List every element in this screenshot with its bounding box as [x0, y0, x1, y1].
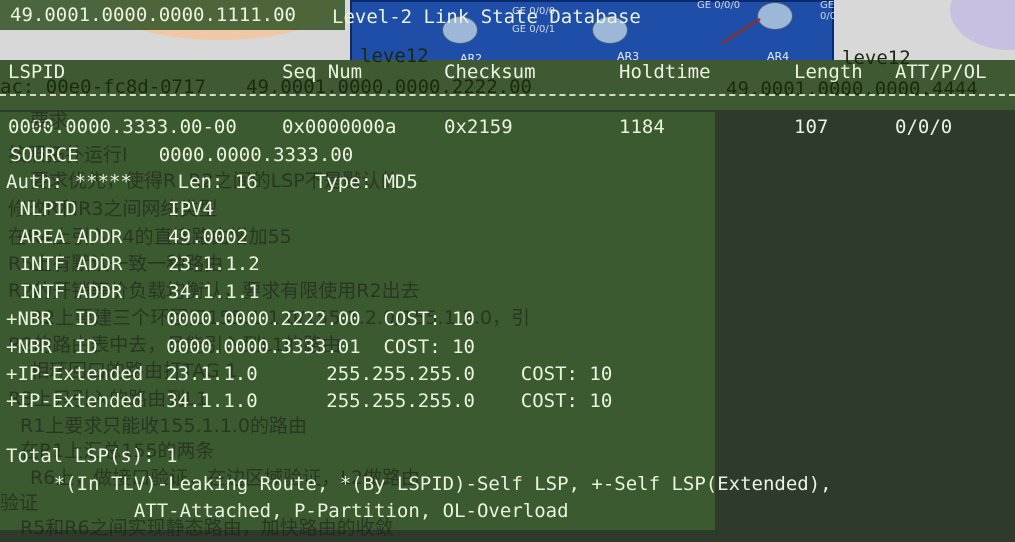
- detail-line: INTF ADDR 34.1.1.1: [8, 281, 260, 303]
- column-header-seq: Seq Num: [282, 61, 363, 83]
- column-header-flags: ATT/P/OL: [895, 61, 987, 83]
- legend-line: ATT-Attached, P-Partition, OL-Overload: [8, 500, 569, 522]
- detail-line: +IP-Extended 23.1.1.0 255.255.255.0 COST…: [6, 363, 613, 385]
- interface-label: GE 0/0/0: [697, 0, 741, 11]
- detail-line: AREA ADDR 49.0002: [8, 226, 249, 248]
- header-divider: [0, 94, 1015, 98]
- lsp-row-seq: 0x0000000a: [282, 116, 397, 138]
- detail-line: NLPID IPV4: [8, 198, 214, 220]
- router-icon: [757, 2, 793, 30]
- interface-label: GE 0/0/1: [820, 0, 846, 22]
- lsp-row-holdtime: 1184: [619, 116, 665, 138]
- bg-net-label-left: 49.0001.0000.0000.1111.00: [10, 4, 296, 26]
- detail-line: SOURCE 0000.0000.3333.00: [10, 144, 354, 166]
- bg-level-label-left: leve12: [360, 45, 429, 67]
- total-lsp-count: Total LSP(s): 1: [6, 445, 178, 467]
- column-header-length: Length: [794, 61, 863, 83]
- overlay-note: 要求: [30, 110, 69, 132]
- lsp-row-flags: 0/0/0: [895, 116, 953, 138]
- link-line: [721, 18, 761, 44]
- detail-line: +NBR ID 0000.0000.2222.00 COST: 10: [6, 308, 475, 330]
- legend-line: *(In TLV)-Leaking Route, *(By LSPID)-Sel…: [8, 473, 832, 495]
- page-title: Level-2 Link State Database: [332, 6, 641, 28]
- overlay-note: R1上要求只能收155.1.1.0的路由: [20, 415, 307, 437]
- column-header-checksum: Checksum: [444, 61, 536, 83]
- column-header-lspid: LSPID: [8, 61, 66, 83]
- detail-line: +IP-Extended 34.1.1.0 255.255.255.0 COST…: [6, 390, 613, 412]
- lsp-row-length: 107: [794, 116, 829, 138]
- lsp-row-checksum: 0x2159: [444, 116, 513, 138]
- detail-line: +NBR ID 0000.0000.3333.01 COST: 10: [6, 336, 475, 358]
- column-header-holdtime: Holdtime: [619, 61, 711, 83]
- detail-line: INTF ADDR 23.1.1.2: [8, 253, 260, 275]
- area-blob-right: [950, 0, 1015, 50]
- detail-line: Auth: ***** Len: 16 Type: MD5: [6, 171, 418, 193]
